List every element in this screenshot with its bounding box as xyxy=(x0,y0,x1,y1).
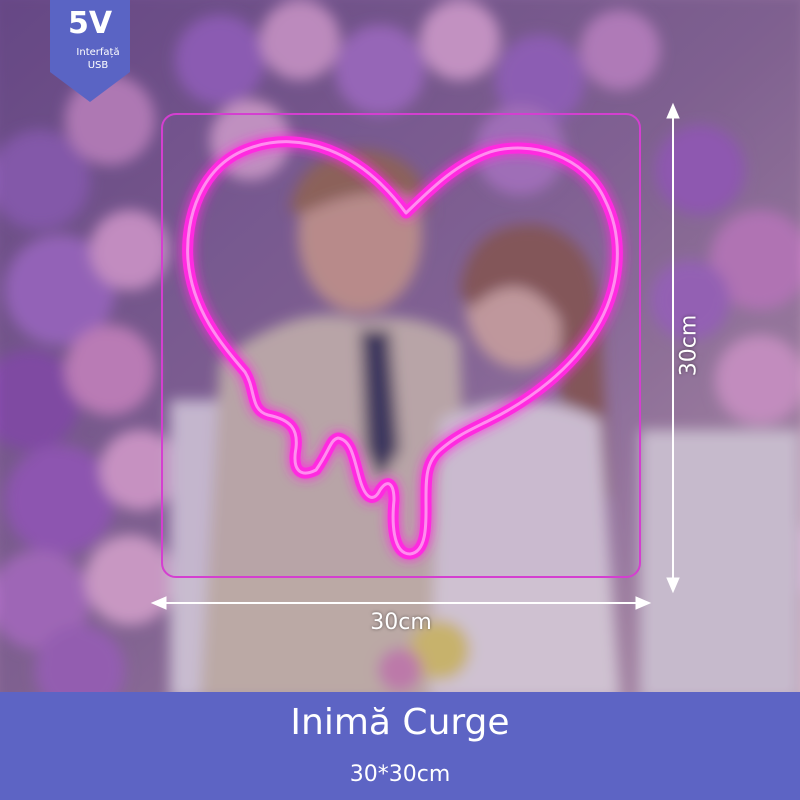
product-info-band: Inimă Curge 30*30cm xyxy=(0,692,800,800)
voltage-label: 5V xyxy=(67,6,113,41)
product-image: 30cm 30cm 5V Interfață USB Inimă Curge 3… xyxy=(0,0,800,800)
width-double-arrow-icon xyxy=(150,596,652,610)
height-label: 30cm xyxy=(676,314,702,377)
product-name: Inimă Curge xyxy=(290,702,510,743)
usb-power-badge: 5V Interfață USB xyxy=(50,0,130,102)
interface-label: Interfață USB xyxy=(58,46,138,72)
width-label: 30cm xyxy=(370,610,432,635)
product-size: 30*30cm xyxy=(349,762,451,787)
interface-line-2: USB xyxy=(87,60,109,71)
interface-line-1: Interfață xyxy=(76,47,120,58)
acrylic-board xyxy=(161,113,641,578)
